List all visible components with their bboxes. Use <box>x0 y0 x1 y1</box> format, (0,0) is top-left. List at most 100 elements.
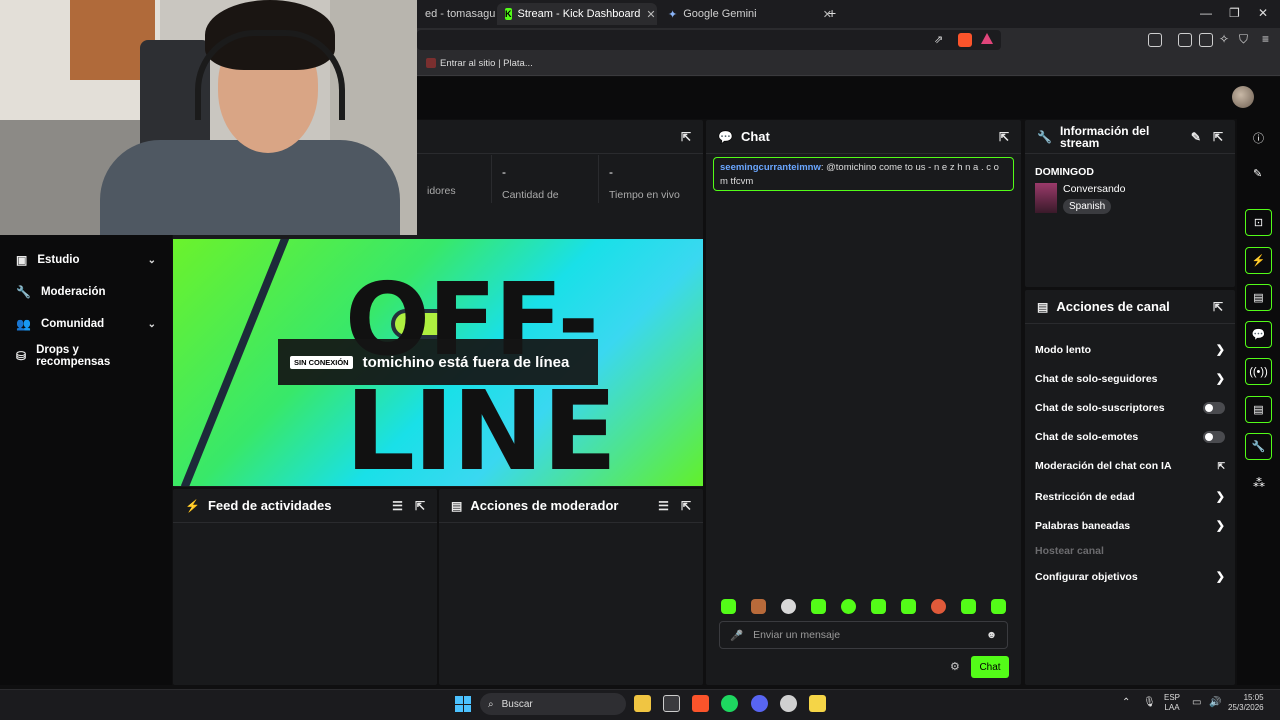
wallet-icon[interactable] <box>1199 33 1213 47</box>
emotes-only-toggle[interactable] <box>1203 431 1225 443</box>
vpn-icon[interactable]: ⛉ <box>1239 32 1248 47</box>
emote-icon[interactable] <box>751 599 766 614</box>
rail-chat-button[interactable]: 💬 <box>1245 321 1272 348</box>
emote-icon[interactable] <box>811 599 826 614</box>
emote-icon[interactable] <box>721 599 736 614</box>
new-tab-button[interactable]: + <box>828 5 836 21</box>
emote-icon[interactable] <box>961 599 976 614</box>
edit-pencil-icon[interactable]: ✎ <box>1191 131 1201 143</box>
rail-stream-info-button[interactable]: 🔧 <box>1245 433 1272 460</box>
action-ai-moderation[interactable]: Moderación del chat con IA ⇱ <box>1035 460 1225 472</box>
sidebar-item-drops[interactable]: ⛁ Drops y recompensas <box>0 340 172 372</box>
gemini-favicon-icon: ✦ <box>668 8 678 21</box>
leo-ai-icon[interactable]: ✧ <box>1219 32 1229 46</box>
popout-icon[interactable]: ⇱ <box>681 131 691 143</box>
emote-icon[interactable] <box>991 599 1006 614</box>
close-tab-icon[interactable]: ✕ <box>646 8 655 21</box>
popout-icon[interactable]: ⇱ <box>1213 301 1223 313</box>
obs-icon[interactable] <box>780 695 797 712</box>
rail-activity-button[interactable]: ⚡ <box>1245 247 1272 274</box>
popout-icon[interactable]: ⇱ <box>999 131 1009 143</box>
minimize-icon[interactable]: — <box>1200 6 1212 20</box>
restore-icon[interactable]: ❐ <box>1229 6 1240 20</box>
brave-rewards-icon[interactable] <box>981 33 993 44</box>
category-name[interactable]: Conversando <box>1063 183 1125 195</box>
chevron-down-icon: ⌄ <box>147 318 156 330</box>
chat-settings-gear-icon[interactable]: ⚙ <box>950 660 960 673</box>
store-icon[interactable] <box>663 695 680 712</box>
stat-followers: idores <box>417 155 492 203</box>
camera-icon: ⊡ <box>1253 217 1264 229</box>
emote-icon[interactable] <box>781 599 796 614</box>
action-slow-mode[interactable]: Modo lento ❯ <box>1035 343 1225 357</box>
clock[interactable]: 15:05 25/3/2026 <box>1228 693 1264 713</box>
mod-actions-panel: ▤ Acciones de moderador ☰ ⇱ <box>439 489 703 685</box>
chat-username[interactable]: seemingcurranteimnw <box>720 162 821 173</box>
browser-tab[interactable]: ed - tomasagustinn <box>417 3 495 25</box>
brave-shields-icon[interactable] <box>958 33 972 47</box>
wrench-icon: 🔧 <box>16 285 31 299</box>
more-widgets-icon[interactable]: ⁂ <box>1253 476 1265 490</box>
popout-icon[interactable]: ⇱ <box>415 500 425 512</box>
chevron-right-icon: ❯ <box>1215 344 1225 356</box>
tab-label: Google Gemini <box>683 8 757 20</box>
discord-icon[interactable] <box>751 695 768 712</box>
windows-start-icon[interactable] <box>455 696 471 712</box>
spotify-icon[interactable] <box>721 695 738 712</box>
file-explorer-icon[interactable] <box>634 695 651 712</box>
action-followers-only[interactable]: Chat de solo-seguidores ❯ <box>1035 372 1225 386</box>
edit-pencil-icon[interactable]: ✎ <box>1253 167 1262 180</box>
volume-icon[interactable]: 🔊 <box>1209 697 1221 708</box>
stat-label: Tiempo en vivo <box>609 189 680 201</box>
url-field[interactable] <box>417 30 1001 50</box>
chevron-up-icon[interactable]: ⌃ <box>1122 697 1130 708</box>
rail-broadcast-button[interactable]: ((•)) <box>1245 358 1272 385</box>
app-icon[interactable] <box>809 695 826 712</box>
menu-icon[interactable]: ≡ <box>1262 32 1269 46</box>
share-icon[interactable]: ⇗ <box>934 33 943 46</box>
tab-label: Stream - Kick Dashboard <box>517 8 641 20</box>
chat-input[interactable]: 🎤 Enviar un mensaje ☻ <box>719 621 1008 649</box>
popout-icon[interactable]: ⇱ <box>1213 131 1223 143</box>
filter-icon[interactable]: ☰ <box>392 500 403 512</box>
network-icon[interactable]: ▭ <box>1192 697 1201 708</box>
lang-top: ESP <box>1164 693 1181 702</box>
action-banned-words[interactable]: Palabras baneadas ❯ <box>1035 519 1225 533</box>
emote-icon[interactable] <box>901 599 916 614</box>
avatar[interactable] <box>1232 86 1254 108</box>
rail-camera-button[interactable]: ⊡ <box>1245 209 1272 236</box>
microphone-icon[interactable]: 🎙 <box>1143 697 1156 708</box>
emoji-icon[interactable]: ☻ <box>986 629 997 641</box>
media-icon[interactable] <box>1148 33 1162 47</box>
chat-message[interactable]: seemingcurranteimnw: @tomichino come to … <box>713 157 1014 191</box>
bookmark-link[interactable]: Entrar al sitio | Plata... <box>440 58 533 69</box>
sidebar-item-moderacion[interactable]: 🔧 Moderación <box>0 276 172 308</box>
category-thumbnail <box>1035 183 1057 213</box>
chevron-right-icon: ❯ <box>1215 373 1225 385</box>
emote-icon[interactable] <box>871 599 886 614</box>
filter-icon[interactable]: ☰ <box>658 500 669 512</box>
taskbar-search[interactable]: ⌕ Buscar <box>480 693 626 715</box>
rail-modlog-button[interactable]: ▤ <box>1245 284 1272 311</box>
emote-icon[interactable] <box>931 599 946 614</box>
emote-icon[interactable] <box>841 599 856 614</box>
panel-title: Acciones de canal <box>1056 299 1170 314</box>
browser-tab[interactable]: ✦ Google Gemini ✕ <box>660 3 840 25</box>
action-set-goals[interactable]: Configurar objetivos ❯ <box>1035 570 1225 584</box>
language-indicator[interactable]: ESP LAA <box>1164 693 1180 713</box>
sidebar-toggle-icon[interactable] <box>1178 33 1192 47</box>
microphone-icon[interactable]: 🎤 <box>730 629 743 642</box>
close-window-icon[interactable]: ✕ <box>1258 6 1268 20</box>
chat-send-button[interactable]: Chat <box>971 656 1009 678</box>
browser-tab-active[interactable]: K Stream - Kick Dashboard ✕ <box>497 3 657 25</box>
clock-time: 15:05 <box>1243 693 1264 702</box>
popout-icon[interactable]: ⇱ <box>681 500 691 512</box>
sidebar-item-comunidad[interactable]: 👥 Comunidad ⌄ <box>0 308 172 340</box>
sidebar-item-estudio[interactable]: ▣ Estudio ⌄ <box>0 244 172 276</box>
rail-channel-actions-button[interactable]: ▤ <box>1245 396 1272 423</box>
clipboard-icon: ▤ <box>1253 292 1264 304</box>
subscribers-only-toggle[interactable] <box>1203 402 1225 414</box>
info-icon[interactable]: ⓘ <box>1253 130 1264 146</box>
action-age-restriction[interactable]: Restricción de edad ❯ <box>1035 490 1225 504</box>
brave-icon[interactable] <box>692 695 709 712</box>
